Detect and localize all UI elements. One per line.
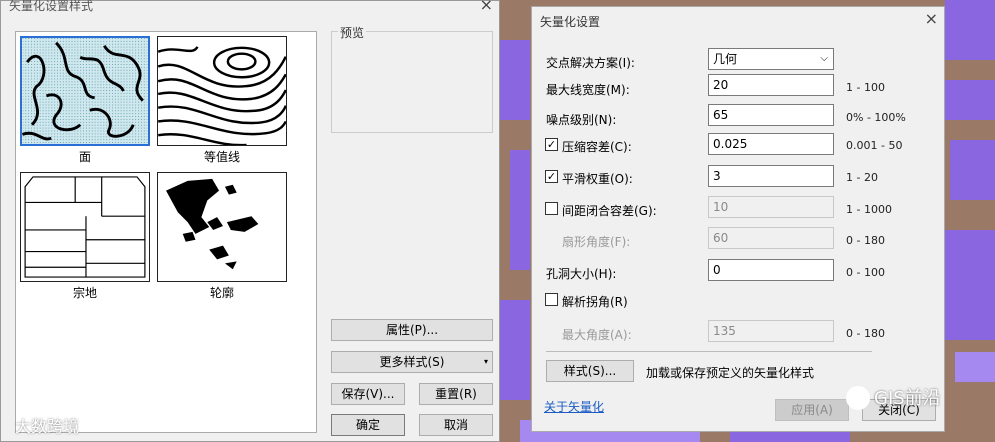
chevron-down-icon: ⌵	[820, 53, 828, 64]
compress-range: 0.001 - 50	[846, 139, 903, 152]
about-vectorization-link[interactable]: 关于矢量化	[544, 398, 604, 415]
gap-range: 1 - 1000	[846, 203, 892, 216]
intersection-label: 交点解决方案(I):	[546, 56, 635, 70]
gap-label: 间距闭合容差(G):	[562, 204, 657, 218]
vectorization-style-dialog: 矢量化设置样式 × 面 等值线 宗地 轮廓 预览 属性(P)... 更多样式(S…	[0, 0, 500, 442]
noise-field[interactable]: 65	[708, 104, 834, 126]
close-icon[interactable]: ×	[480, 0, 493, 14]
max-width-label: 最大线宽度(M):	[546, 83, 630, 97]
max-angle-field[interactable]: 135	[708, 320, 834, 342]
smooth-field[interactable]: 3	[708, 165, 834, 187]
reset-button[interactable]: 重置(R)	[419, 383, 493, 405]
fan-angle-range: 0 - 180	[846, 234, 885, 247]
smooth-checkbox[interactable]: ✓	[545, 170, 558, 183]
gap-checkbox[interactable]	[545, 202, 558, 215]
smooth-label: 平滑权重(O):	[562, 172, 633, 186]
style-label-parcel: 宗地	[72, 286, 97, 300]
cancel-button[interactable]: 取消	[419, 414, 493, 436]
max-angle-label: 最大角度(A):	[562, 328, 632, 342]
max-width-field[interactable]: 20	[708, 74, 834, 96]
max-angle-range: 0 - 180	[846, 327, 885, 340]
style-tile-parcel[interactable]	[20, 172, 150, 282]
noise-range: 0% - 100%	[846, 111, 906, 124]
preview-label: 预览	[338, 24, 367, 41]
properties-button[interactable]: 属性(P)...	[331, 319, 493, 341]
style-description: 加载或保存预定义的矢量化样式	[646, 366, 815, 380]
corner-checkbox[interactable]	[545, 293, 558, 306]
dropdown-arrow-icon: ▾	[483, 357, 488, 366]
gap-field[interactable]: 10	[708, 196, 834, 218]
watermark-text: 大数跨境	[15, 417, 80, 436]
save-button[interactable]: 保存(V)...	[331, 383, 405, 405]
compress-checkbox[interactable]: ✓	[545, 138, 558, 151]
more-styles-button[interactable]: 更多样式(S) ▾	[331, 351, 493, 373]
dialog-title: 矢量化设置	[540, 15, 601, 29]
close-icon[interactable]: ×	[925, 9, 938, 28]
hole-size-label: 孔洞大小(H):	[546, 267, 617, 281]
outline-style-thumbnail	[166, 178, 259, 270]
intersection-value: 几何	[713, 52, 738, 66]
compress-label: 压缩容差(C):	[562, 140, 632, 154]
parcel-style-thumbnail	[24, 176, 146, 278]
watermark-text: GIS前沿	[874, 388, 941, 409]
separator	[546, 351, 872, 352]
vectorization-settings-dialog: 矢量化设置 × 交点解决方案(I): 几何 ⌵ 最大线宽度(M): 20 1 -…	[531, 6, 945, 432]
corner-label: 解析拐角(R)	[562, 295, 628, 309]
style-tile-contour[interactable]	[157, 36, 287, 146]
fan-angle-field[interactable]: 60	[708, 227, 834, 249]
polygon-style-thumbnail	[22, 38, 148, 144]
style-label-polygon: 面	[78, 150, 91, 164]
apply-button[interactable]: 应用(A)	[775, 399, 849, 421]
more-styles-label: 更多样式(S)	[379, 355, 445, 369]
dialog-title: 矢量化设置样式	[9, 0, 94, 13]
hole-size-range: 0 - 100	[846, 266, 885, 279]
preview-box	[331, 31, 493, 133]
fan-angle-label: 扇形角度(F):	[562, 235, 631, 249]
smooth-range: 1 - 20	[846, 171, 878, 184]
ok-button[interactable]: 确定	[331, 414, 405, 436]
noise-label: 噪点级别(N):	[546, 113, 617, 127]
style-label-outline: 轮廓	[209, 286, 234, 300]
title-bar: 矢量化设置样式 ×	[1, 0, 499, 19]
wechat-icon	[846, 386, 870, 410]
contour-style-thumbnail	[158, 46, 286, 145]
hole-size-field[interactable]: 0	[708, 259, 834, 281]
style-gallery: 面 等值线 宗地 轮廓	[15, 31, 317, 433]
compress-field[interactable]: 0.025	[708, 133, 834, 155]
intersection-select[interactable]: 几何 ⌵	[708, 48, 834, 70]
style-tile-polygon[interactable]	[20, 36, 150, 146]
style-button[interactable]: 样式(S)...	[546, 360, 634, 382]
max-width-range: 1 - 100	[846, 81, 885, 94]
style-label-contour: 等值线	[203, 150, 240, 164]
style-tile-outline[interactable]	[157, 172, 287, 282]
